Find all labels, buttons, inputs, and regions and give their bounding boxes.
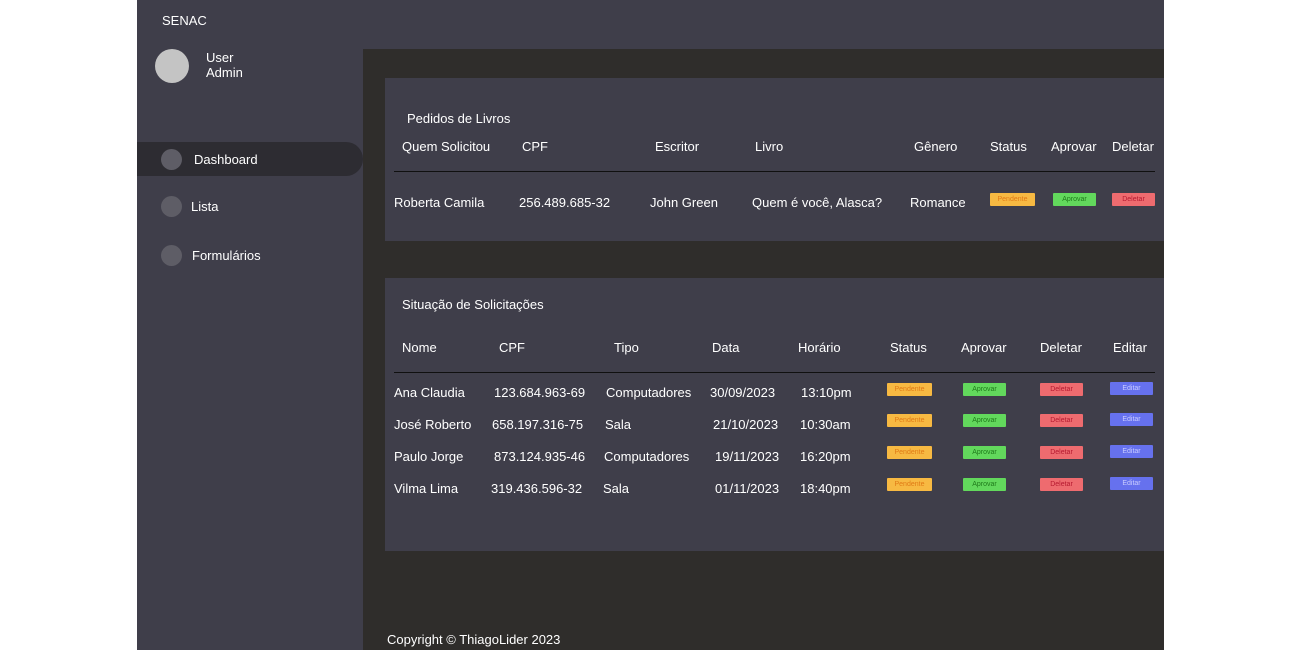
row-data: 21/10/2023 — [713, 417, 779, 432]
pedidos-title: Pedidos de Livros — [407, 111, 511, 126]
row-escritor: John Green — [650, 195, 718, 210]
row-nome: Ana Claudia — [394, 385, 465, 400]
sidebar-item-label: Dashboard — [194, 151, 258, 167]
situacao-card: Situação de Solicitações Nome CPF Tipo D… — [385, 278, 1164, 551]
delete-button[interactable]: Deletar — [1040, 478, 1083, 491]
header-escritor: Escritor — [655, 139, 700, 154]
user-role: Admin — [206, 65, 243, 80]
row-tipo: Sala — [603, 481, 630, 496]
header-status: Status — [890, 340, 927, 355]
header-genero: Gênero — [914, 139, 958, 154]
row-data: 30/09/2023 — [710, 385, 776, 400]
header-quem-solicitou: Quem Solicitou — [402, 139, 491, 154]
row-cpf: 658.197.316-75 — [492, 417, 584, 432]
footer-copyright: Copyright © ThiagoLider 2023 — [387, 632, 561, 647]
header-aprovar: Aprovar — [961, 340, 1007, 355]
edit-button[interactable]: Editar — [1110, 413, 1153, 426]
header-livro: Livro — [755, 139, 784, 154]
row-cpf: 873.124.935-46 — [494, 449, 586, 464]
sidebar-item-dashboard[interactable]: Dashboard — [137, 142, 363, 176]
row-horario: 10:30am — [800, 417, 851, 432]
row-nome: Vilma Lima — [394, 481, 459, 496]
header-nome: Nome — [402, 340, 437, 355]
header-tipo: Tipo — [614, 340, 639, 355]
sidebar-item-formularios[interactable]: Formulários — [137, 238, 363, 272]
app-window: SENAC User Admin Dashboard Lista Formulá… — [137, 0, 1164, 650]
edit-button[interactable]: Editar — [1110, 477, 1153, 490]
header-editar: Editar — [1113, 340, 1147, 355]
delete-button[interactable]: Deletar — [1040, 414, 1083, 427]
approve-button[interactable]: Aprovar — [963, 446, 1006, 459]
sidebar-item-label: Formulários — [192, 247, 261, 263]
row-nome: Paulo Jorge — [394, 449, 464, 464]
status-badge: Pendente — [887, 446, 932, 459]
approve-button[interactable]: Aprovar — [963, 383, 1006, 396]
row-horario: 18:40pm — [800, 481, 851, 496]
row-data: 19/11/2023 — [715, 449, 780, 464]
header-deletar: Deletar — [1040, 340, 1082, 355]
main-content: Pedidos de Livros Quem Solicitou CPF Esc… — [363, 49, 1164, 650]
approve-button[interactable]: Aprovar — [1053, 193, 1096, 206]
status-badge: Pendente — [990, 193, 1035, 206]
header-aprovar: Aprovar — [1051, 139, 1097, 154]
pedidos-card: Pedidos de Livros Quem Solicitou CPF Esc… — [385, 78, 1164, 241]
sidebar-item-lista[interactable]: Lista — [137, 189, 363, 223]
user-name: User — [206, 50, 234, 65]
row-livro: Quem é você, Alasca? — [752, 195, 883, 210]
approve-button[interactable]: Aprovar — [963, 478, 1006, 491]
status-badge: Pendente — [887, 383, 932, 396]
row-tipo: Sala — [605, 417, 632, 432]
header-deletar: Deletar — [1112, 139, 1154, 154]
status-badge: Pendente — [887, 414, 932, 427]
edit-button[interactable]: Editar — [1110, 382, 1153, 395]
row-horario: 16:20pm — [800, 449, 851, 464]
row-tipo: Computadores — [606, 385, 692, 400]
brand-name: SENAC — [162, 13, 207, 28]
header-divider — [394, 171, 1155, 172]
status-badge: Pendente — [887, 478, 932, 491]
approve-button[interactable]: Aprovar — [963, 414, 1006, 427]
situacao-title: Situação de Solicitações — [402, 297, 544, 312]
avatar[interactable] — [155, 49, 189, 83]
list-icon — [161, 195, 182, 217]
row-data: 01/11/2023 — [715, 481, 780, 496]
sidebar-item-label: Lista — [191, 198, 219, 214]
header-horario: Horário — [798, 340, 841, 355]
delete-button[interactable]: Deletar — [1040, 446, 1083, 459]
row-tipo: Computadores — [604, 449, 690, 464]
form-icon — [161, 244, 182, 266]
dashboard-icon — [161, 148, 182, 170]
header-cpf: CPF — [499, 340, 525, 355]
header-cpf: CPF — [522, 139, 548, 154]
row-horario: 13:10pm — [801, 385, 852, 400]
row-cpf: 319.436.596-32 — [491, 481, 583, 496]
header-data: Data — [712, 340, 740, 355]
header-status: Status — [990, 139, 1027, 154]
delete-button[interactable]: Deletar — [1040, 383, 1083, 396]
row-nome: José Roberto — [394, 417, 472, 432]
header-divider — [394, 372, 1155, 373]
row-cpf: 123.684.963-69 — [494, 385, 586, 400]
row-genero: Romance — [910, 195, 966, 210]
delete-button[interactable]: Deletar — [1112, 193, 1155, 206]
user-info: User Admin — [206, 50, 243, 80]
row-quem-solicitou: Roberta Camila — [394, 195, 485, 210]
row-cpf: 256.489.685-32 — [519, 195, 611, 210]
edit-button[interactable]: Editar — [1110, 445, 1153, 458]
